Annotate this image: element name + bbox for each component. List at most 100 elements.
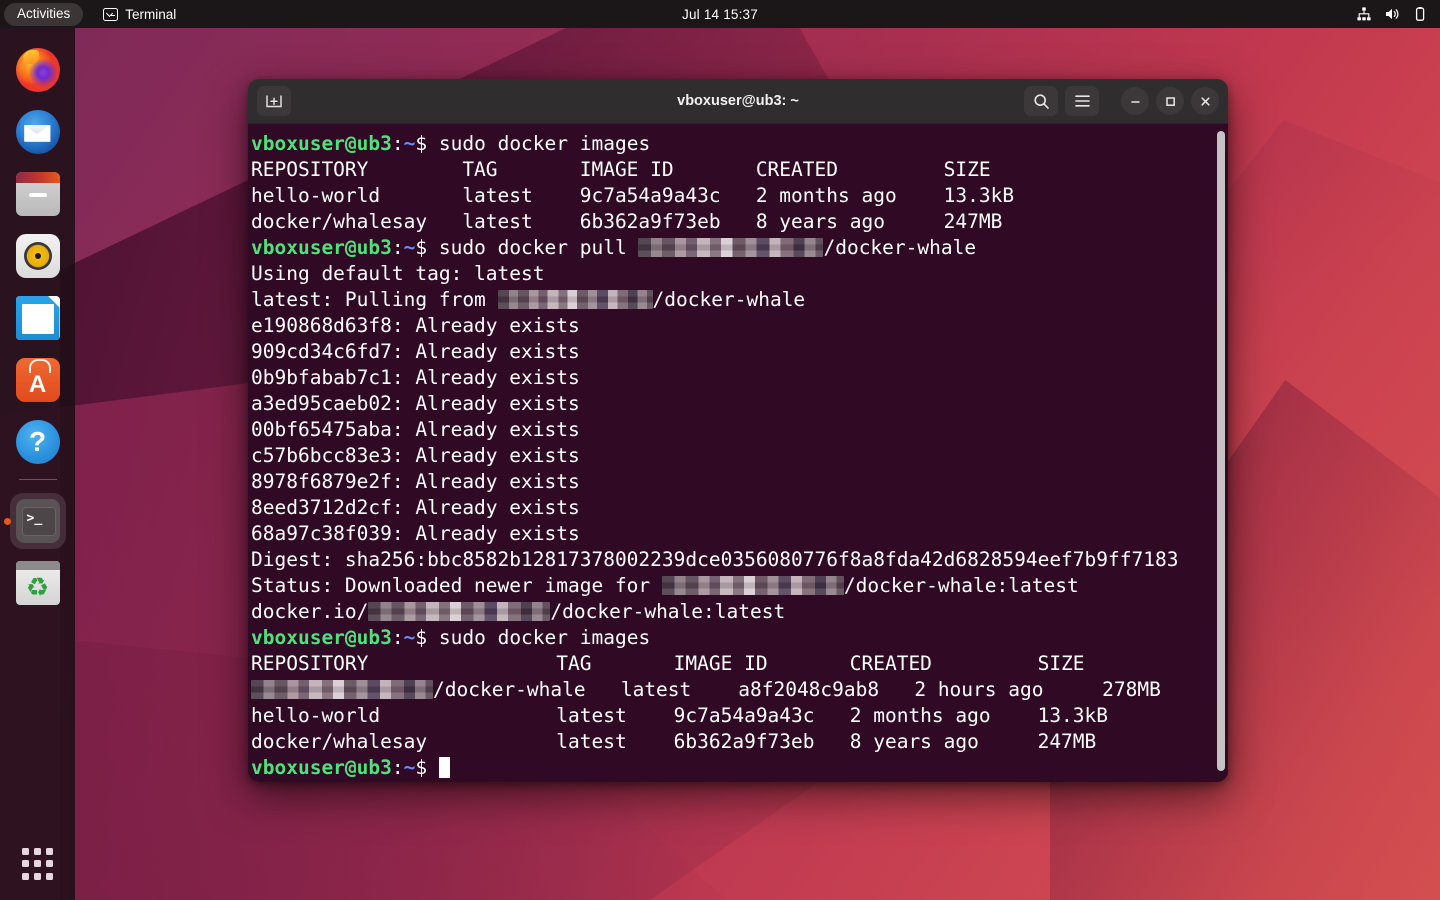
gnome-top-bar: Activities Terminal Jul 14 15:37 <box>0 0 1440 28</box>
terminal-line: Status: Downloaded newer image for /dock… <box>251 573 1228 599</box>
dock-separator <box>19 479 57 480</box>
terminal-line: 8eed3712d2cf: Already exists <box>251 495 1228 521</box>
scrollbar-thumb[interactable] <box>1217 131 1225 771</box>
dock-item-thunderbird[interactable] <box>14 108 62 156</box>
show-applications-button[interactable] <box>18 844 58 884</box>
grid-dot <box>34 860 41 867</box>
minimize-button[interactable] <box>1121 87 1149 115</box>
terminal-text: c57b6bcc83e3: Already exists <box>251 444 580 467</box>
terminal-text: /docker-whale:latest <box>844 574 1079 597</box>
terminal-line: REPOSITORY TAG IMAGE ID CREATED SIZE <box>251 157 1228 183</box>
grid-dot <box>22 860 29 867</box>
terminal-line: docker/whalesay latest 6b362a9f73eb 8 ye… <box>251 729 1228 755</box>
maximize-button[interactable] <box>1156 87 1184 115</box>
terminal-line: c57b6bcc83e3: Already exists <box>251 443 1228 469</box>
clock-button[interactable]: Jul 14 15:37 <box>0 7 1440 22</box>
terminal-text: /docker-whale latest a8f2048c9ab8 2 hour… <box>433 678 1161 701</box>
prompt-user-host: vboxuser@ub3 <box>251 132 392 155</box>
terminal-output: vboxuser@ub3:~$ sudo docker imagesREPOSI… <box>250 131 1228 781</box>
new-tab-button[interactable] <box>257 86 291 116</box>
terminal-line: 68a97c38f039: Already exists <box>251 521 1228 547</box>
terminal-titlebar[interactable]: vboxuser@ub3: ~ <box>248 79 1228 124</box>
prompt-colon: : <box>392 236 404 259</box>
redacted-text <box>662 576 844 595</box>
grid-dot <box>22 873 29 880</box>
terminal-text: a3ed95caeb02: Already exists <box>251 392 580 415</box>
prompt-user-host: vboxuser@ub3 <box>251 626 392 649</box>
grid-dot <box>34 873 41 880</box>
ubuntu-software-icon <box>16 358 60 402</box>
terminal-line: Using default tag: latest <box>251 261 1228 287</box>
prompt-path: ~ <box>404 236 416 259</box>
terminal-text: sudo docker pull <box>427 236 638 259</box>
terminal-line: vboxuser@ub3:~$ sudo docker pull /docker… <box>251 235 1228 261</box>
ubuntu-dock <box>0 28 75 900</box>
grid-dot <box>46 860 53 867</box>
dock-item-trash[interactable] <box>14 559 62 607</box>
prompt-path: ~ <box>404 132 416 155</box>
dock-item-terminal[interactable] <box>14 497 62 545</box>
terminal-text: REPOSITORY TAG IMAGE ID CREATED SIZE <box>251 652 1085 675</box>
redacted-text <box>368 602 550 621</box>
menu-button[interactable] <box>1065 86 1099 116</box>
terminal-text: e190868d63f8: Already exists <box>251 314 580 337</box>
close-button[interactable] <box>1191 87 1219 115</box>
grid-dot <box>46 873 53 880</box>
terminal-line: 8978f6879e2f: Already exists <box>251 469 1228 495</box>
terminal-line: Digest: sha256:bbc8582b12817378002239dce… <box>251 547 1228 573</box>
terminal-line: docker.io//docker-whale:latest <box>251 599 1228 625</box>
dock-item-files[interactable] <box>14 170 62 218</box>
terminal-line: 909cd34c6fd7: Already exists <box>251 339 1228 365</box>
terminal-line: 0b9bfabab7c1: Already exists <box>251 365 1228 391</box>
terminal-line: 00bf65475aba: Already exists <box>251 417 1228 443</box>
terminal-text: 68a97c38f039: Already exists <box>251 522 580 545</box>
dock-item-firefox[interactable] <box>14 46 62 94</box>
network-icon <box>1356 6 1372 22</box>
rhythmbox-icon <box>16 234 60 278</box>
terminal-line: a3ed95caeb02: Already exists <box>251 391 1228 417</box>
terminal-text: sudo docker images <box>427 132 650 155</box>
close-icon <box>1199 95 1212 108</box>
minimize-icon <box>1129 95 1142 108</box>
prompt-sigil: $ <box>415 756 427 779</box>
dock-item-help[interactable] <box>14 418 62 466</box>
terminal-body[interactable]: vboxuser@ub3:~$ sudo docker imagesREPOSI… <box>248 124 1228 782</box>
terminal-line: hello-world latest 9c7a54a9a43c 2 months… <box>251 703 1228 729</box>
prompt-colon: : <box>392 756 404 779</box>
grid-dot <box>46 848 53 855</box>
firefox-icon <box>16 48 60 92</box>
search-button[interactable] <box>1024 86 1058 116</box>
terminal-line: /docker-whale latest a8f2048c9ab8 2 hour… <box>251 677 1228 703</box>
prompt-colon: : <box>392 626 404 649</box>
terminal-line: hello-world latest 9c7a54a9a43c 2 months… <box>251 183 1228 209</box>
terminal-text: /docker-whale <box>823 236 976 259</box>
terminal-icon <box>16 499 60 543</box>
grid-dot <box>22 848 29 855</box>
terminal-text: 909cd34c6fd7: Already exists <box>251 340 580 363</box>
dock-item-libreoffice-writer[interactable] <box>14 294 62 342</box>
redacted-text <box>638 238 823 257</box>
files-icon <box>16 172 60 216</box>
prompt-user-host: vboxuser@ub3 <box>251 756 392 779</box>
terminal-text: hello-world latest 9c7a54a9a43c 2 months… <box>251 704 1108 727</box>
terminal-text: 8978f6879e2f: Already exists <box>251 470 580 493</box>
terminal-text: 00bf65475aba: Already exists <box>251 418 580 441</box>
titlebar-controls <box>1024 86 1219 116</box>
new-tab-icon <box>264 92 284 110</box>
dock-item-ubuntu-software[interactable] <box>14 356 62 404</box>
terminal-text: docker.io/ <box>251 600 368 623</box>
prompt-sigil: $ <box>415 236 427 259</box>
terminal-line: e190868d63f8: Already exists <box>251 313 1228 339</box>
terminal-text: hello-world latest 9c7a54a9a43c 2 months… <box>251 184 1014 207</box>
dock-item-rhythmbox[interactable] <box>14 232 62 280</box>
running-indicator-dot <box>4 518 11 525</box>
terminal-scrollbar[interactable] <box>1214 124 1228 782</box>
terminal-line: latest: Pulling from /docker-whale <box>251 287 1228 313</box>
prompt-path: ~ <box>404 626 416 649</box>
prompt-sigil: $ <box>415 132 427 155</box>
terminal-text: /docker-whale <box>653 288 806 311</box>
prompt-sigil: $ <box>415 626 427 649</box>
battery-icon <box>1412 6 1428 22</box>
system-tray[interactable] <box>1356 6 1428 22</box>
terminal-text: Digest: sha256:bbc8582b12817378002239dce… <box>251 548 1178 571</box>
